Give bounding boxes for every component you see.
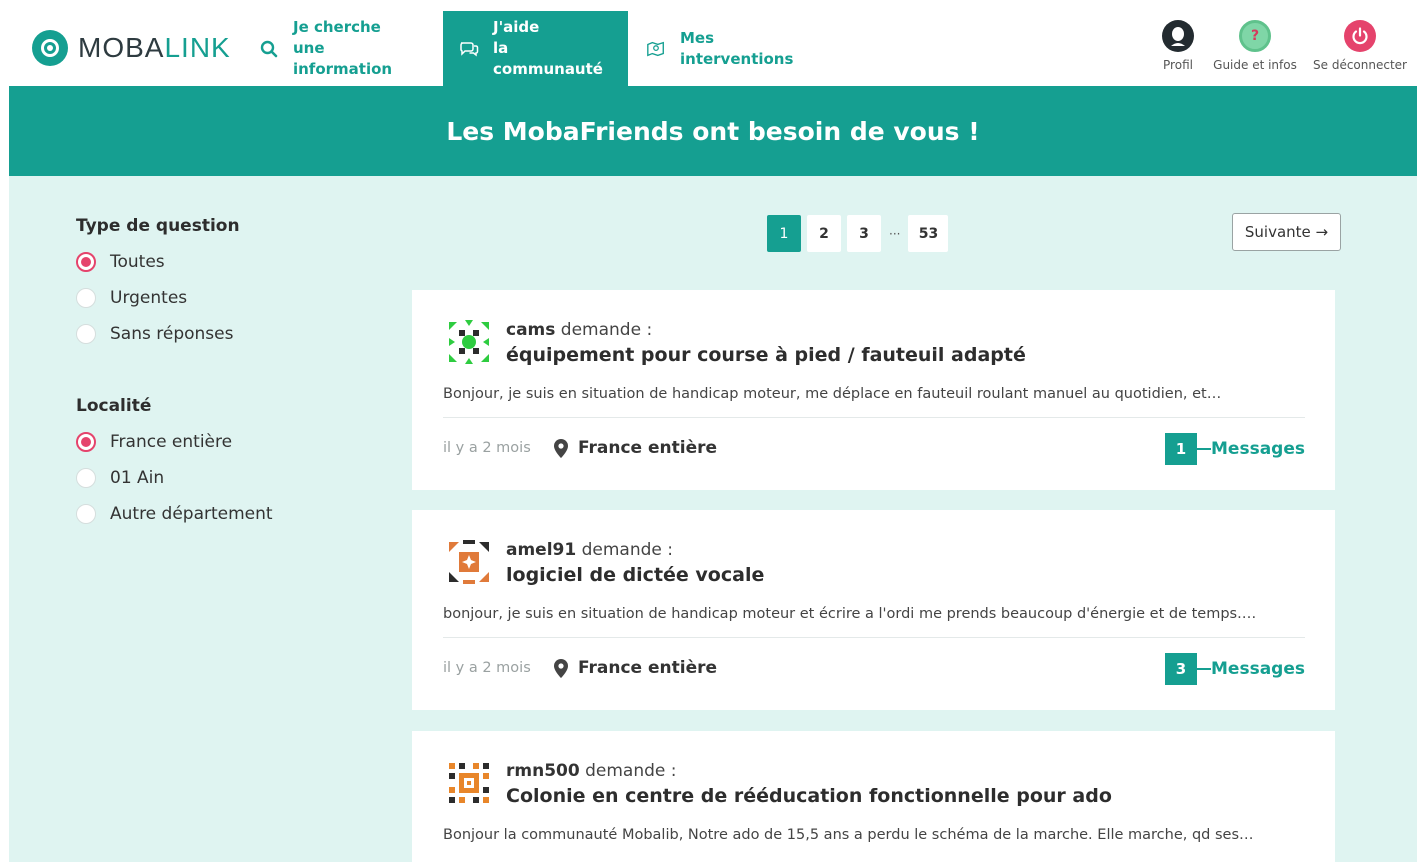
question-title[interactable]: logiciel de dictée vocale: [506, 564, 764, 586]
radio-dot: [76, 252, 96, 272]
divider: [443, 417, 1305, 418]
main-content: Type de question Toutes Urgentes Sans ré…: [9, 176, 1417, 862]
divider: [443, 637, 1305, 638]
radio-locality-other[interactable]: Autre département: [76, 504, 273, 524]
next-page-button[interactable]: Suivante →: [1232, 213, 1341, 251]
nav-label: Je cherche une information: [292, 18, 393, 78]
nav-help-community[interactable]: J'aide la communauté: [443, 11, 628, 86]
question-time: il y a 2 mois: [443, 660, 531, 676]
question-excerpt: Bonjour la communauté Mobalib, Notre ado…: [443, 827, 1254, 843]
messages-link[interactable]: 1 Messages: [1165, 433, 1305, 465]
radio-dot: [76, 288, 96, 308]
messages-connector: [1197, 668, 1212, 670]
asker-line: rmn500 demande :: [506, 761, 677, 781]
page-2[interactable]: 2: [807, 215, 841, 252]
filter-locality-title: Localité: [76, 396, 152, 416]
radio-dot: [76, 468, 96, 488]
user-avatar: [449, 540, 489, 584]
messages-connector: [1197, 448, 1212, 450]
messages-label: Messages: [1211, 439, 1305, 459]
location-pin-icon: [554, 438, 568, 458]
pagination: 1 2 3 ··· 53: [767, 215, 949, 252]
question-location: France entière: [554, 438, 717, 458]
radio-dot: [76, 432, 96, 452]
logo-icon: [32, 30, 68, 66]
top-header: MOBALINK Je cherche une information J'aid…: [0, 0, 1417, 86]
nav-label: Mes interventions: [680, 28, 794, 68]
messages-count: 1: [1165, 433, 1198, 465]
search-icon: [260, 40, 279, 58]
filter-type-title: Type de question: [76, 216, 240, 236]
question-time: il y a 2 mois: [443, 440, 531, 456]
question-title[interactable]: Colonie en centre de rééducation fonctio…: [506, 785, 1112, 807]
help-icon: ?: [1239, 20, 1271, 52]
asker-line: cams demande :: [506, 320, 653, 340]
banner: Les MobaFriends ont besoin de vous !: [9, 86, 1417, 176]
page-last[interactable]: 53: [908, 215, 949, 252]
user-avatar: [449, 320, 489, 364]
profile-button[interactable]: Profil: [1158, 20, 1198, 72]
logo-text: MOBALINK: [78, 32, 231, 63]
guide-button[interactable]: ? Guide et infos: [1210, 20, 1300, 72]
user-avatar: [449, 763, 489, 803]
mobalink-logo[interactable]: MOBALINK: [32, 30, 231, 66]
page-3[interactable]: 3: [847, 215, 881, 252]
nav-my-interventions[interactable]: Mes interventions: [630, 11, 820, 86]
question-card[interactable]: cams demande : équipement pour course à …: [412, 290, 1335, 490]
location-pin-icon: [554, 658, 568, 678]
question-location: France entière: [554, 658, 717, 678]
question-title[interactable]: équipement pour course à pied / fauteuil…: [506, 344, 1026, 366]
question-card[interactable]: rmn500 demande : Colonie en centre de ré…: [412, 731, 1335, 862]
question-card[interactable]: amel91 demande : logiciel de dictée voca…: [412, 510, 1335, 710]
radio-type-urgent[interactable]: Urgentes: [76, 288, 187, 308]
nav-label: J'aide la communauté: [493, 18, 603, 78]
radio-type-unanswered[interactable]: Sans réponses: [76, 324, 233, 344]
profile-label: Profil: [1163, 58, 1193, 72]
asker-line: amel91 demande :: [506, 540, 673, 560]
user-icon: [1162, 20, 1194, 52]
chat-bubbles-icon: [459, 40, 479, 58]
power-icon: [1344, 20, 1376, 52]
logout-label: Se déconnecter: [1313, 58, 1407, 72]
radio-locality-ain[interactable]: 01 Ain: [76, 468, 164, 488]
messages-label: Messages: [1211, 659, 1305, 679]
radio-locality-france[interactable]: France entière: [76, 432, 232, 452]
question-excerpt: Bonjour, je suis en situation de handica…: [443, 386, 1222, 402]
radio-type-all[interactable]: Toutes: [76, 252, 165, 272]
messages-count: 3: [1165, 653, 1198, 685]
guide-label: Guide et infos: [1213, 58, 1297, 72]
nav-search-info[interactable]: Je cherche une information: [244, 11, 438, 86]
radio-dot: [76, 324, 96, 344]
logout-button[interactable]: Se déconnecter: [1310, 20, 1410, 72]
page-1[interactable]: 1: [767, 215, 801, 252]
messages-link[interactable]: 3 Messages: [1165, 653, 1305, 685]
radio-dot: [76, 504, 96, 524]
map-icon: [646, 40, 666, 58]
question-excerpt: bonjour, je suis en situation de handica…: [443, 606, 1257, 622]
pagination-ellipsis: ···: [889, 226, 901, 241]
banner-title: Les MobaFriends ont besoin de vous !: [446, 116, 980, 146]
